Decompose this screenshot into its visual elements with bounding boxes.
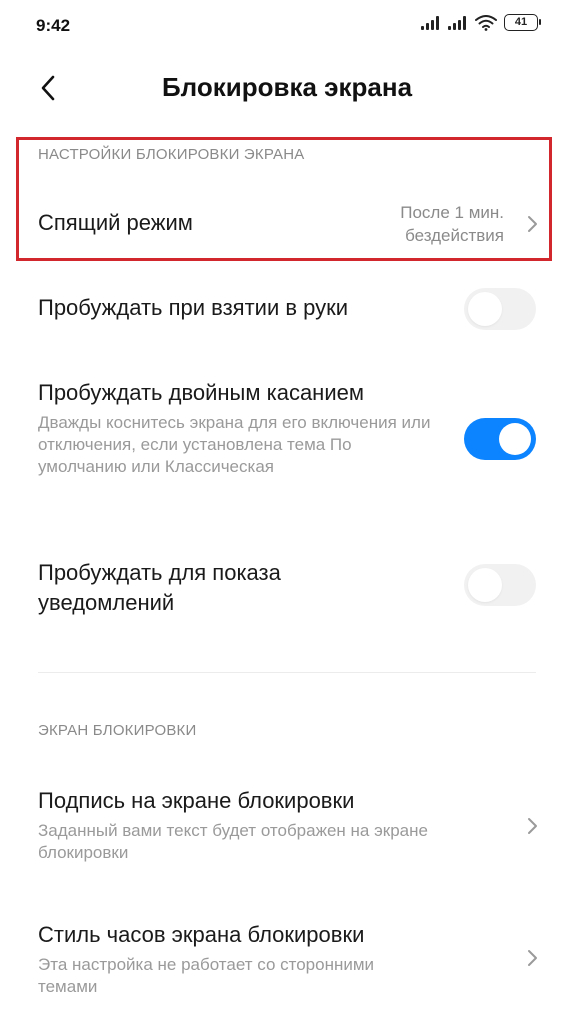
sleep-mode-value-line1: После 1 мин.	[400, 203, 504, 222]
sleep-mode-value: После 1 мин. бездействия	[400, 201, 504, 247]
header: Блокировка экрана	[0, 56, 574, 120]
clock-style-row[interactable]: Стиль часов экрана блокировки Эта настро…	[0, 920, 574, 1000]
wifi-icon	[475, 14, 497, 31]
wake-double-tap-row[interactable]: Пробуждать двойным касанием Дважды косни…	[0, 378, 574, 508]
toggle-knob	[499, 423, 531, 455]
toggle-knob	[468, 568, 502, 602]
clock-style-title: Стиль часов экрана блокировки	[38, 922, 365, 947]
wake-double-tap-description: Дважды коснитесь экрана для его включени…	[38, 413, 431, 476]
lock-signature-title: Подпись на экране блокировки	[38, 788, 355, 813]
wake-notifications-row[interactable]: Пробуждать для показа уведомлений	[0, 558, 574, 628]
wake-pickup-title: Пробуждать при взятии в руки	[38, 295, 349, 320]
chevron-right-icon	[528, 216, 537, 232]
toggle-knob	[468, 292, 502, 326]
section-header-lock-settings: НАСТРОЙКИ БЛОКИРОВКИ ЭКРАНА	[38, 146, 305, 163]
status-icons: 41	[421, 14, 541, 31]
wake-pickup-row[interactable]: Пробуждать при взятии в руки	[0, 282, 574, 338]
chevron-right-icon	[528, 818, 537, 834]
sleep-mode-title: Спящий режим	[38, 210, 193, 235]
section-header-lock-screen: ЭКРАН БЛОКИРОВКИ	[38, 722, 197, 739]
clock-style-description: Эта настройка не работает со сторонними …	[38, 955, 375, 996]
battery-icon: 41	[504, 14, 541, 31]
wake-pickup-toggle[interactable]	[464, 288, 536, 330]
page-title: Блокировка экрана	[161, 72, 413, 102]
wake-notifications-title: Пробуждать для показа уведомлений	[38, 560, 281, 615]
signal-icon	[448, 15, 468, 30]
status-bar: 9:42 41	[0, 0, 574, 56]
sleep-mode-value-line2: бездействия	[405, 226, 504, 245]
wake-double-tap-title: Пробуждать двойным касанием	[38, 380, 364, 405]
lock-signature-row[interactable]: Подпись на экране блокировки Заданный ва…	[0, 786, 574, 866]
wake-double-tap-toggle[interactable]	[464, 418, 536, 460]
lock-signature-description: Заданный вами текст будет отображен на э…	[38, 821, 428, 862]
wake-notifications-toggle[interactable]	[464, 564, 536, 606]
signal-icon	[421, 15, 441, 30]
status-time: 9:42	[36, 16, 71, 35]
chevron-right-icon	[528, 950, 537, 966]
section-divider	[38, 672, 536, 673]
sleep-mode-row[interactable]: Спящий режим После 1 мин. бездействия	[0, 190, 574, 258]
